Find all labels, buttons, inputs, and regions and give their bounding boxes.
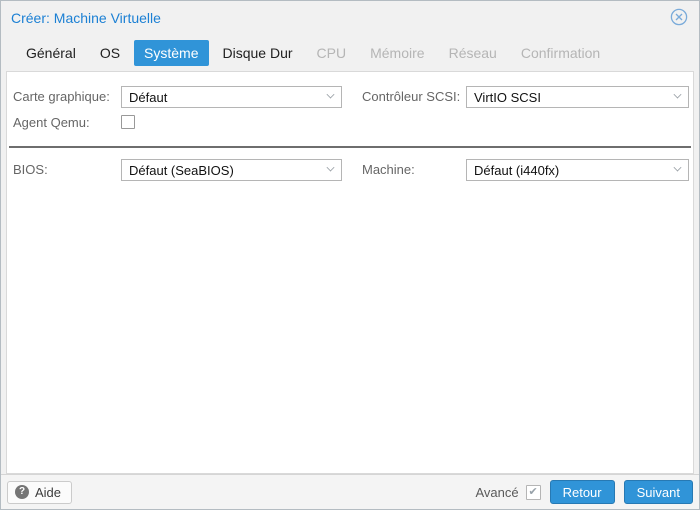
tab-general[interactable]: Général (16, 40, 86, 66)
qemu-agent-label: Agent Qemu: (13, 115, 90, 130)
tab-confirmation: Confirmation (520, 45, 601, 61)
close-button[interactable] (669, 7, 689, 27)
bios-select[interactable]: Défaut (SeaBIOS) (121, 159, 342, 181)
machine-value: Défaut (i440fx) (474, 162, 560, 178)
chevron-down-icon[interactable] (326, 163, 335, 173)
tab-reseau: Réseau (448, 45, 497, 61)
back-button[interactable]: Retour (549, 480, 615, 504)
create-vm-dialog: Créer: Machine Virtuelle Général OS Syst… (0, 0, 700, 510)
advanced-label: Avancé (475, 484, 519, 500)
help-button[interactable]: ? Aide (7, 480, 73, 504)
advanced-checkbox[interactable] (525, 484, 541, 500)
bios-label: BIOS: (13, 162, 48, 177)
tab-os[interactable]: OS (90, 40, 130, 66)
machine-select[interactable]: Défaut (i440fx) (466, 159, 689, 181)
next-button[interactable]: Suivant (623, 480, 693, 504)
dialog-title: Créer: Machine Virtuelle (11, 10, 161, 26)
dialog-footer: ? Aide Avancé Retour Suivant (1, 474, 699, 509)
system-form-panel: Carte graphique: Défaut Contrôleur SCSI:… (6, 71, 694, 474)
scsi-controller-value: VirtIO SCSI (474, 89, 541, 105)
graphics-card-value: Défaut (129, 89, 168, 105)
scsi-controller-select[interactable]: VirtIO SCSI (466, 86, 689, 108)
tab-disque-dur[interactable]: Disque Dur (213, 40, 303, 66)
help-button-label: Aide (35, 484, 62, 500)
tab-cpu: CPU (316, 45, 347, 61)
wizard-tabbar: Général OS Système Disque Dur CPU Mémoir… (1, 35, 699, 71)
question-mark-icon: ? (15, 485, 29, 499)
chevron-down-icon[interactable] (326, 90, 335, 100)
graphics-card-label: Carte graphique: (13, 89, 110, 104)
tab-systeme[interactable]: Système (134, 40, 209, 66)
dialog-titlebar: Créer: Machine Virtuelle (1, 1, 699, 33)
section-separator (9, 146, 691, 148)
bios-value: Défaut (SeaBIOS) (129, 162, 234, 178)
circle-x-icon (670, 8, 688, 26)
chevron-down-icon[interactable] (673, 90, 682, 100)
tab-memoire: Mémoire (370, 45, 425, 61)
scsi-controller-label: Contrôleur SCSI: (362, 89, 461, 104)
graphics-card-select[interactable]: Défaut (121, 86, 342, 108)
chevron-down-icon[interactable] (673, 163, 682, 173)
machine-label: Machine: (362, 162, 415, 177)
qemu-agent-checkbox[interactable] (121, 115, 135, 129)
